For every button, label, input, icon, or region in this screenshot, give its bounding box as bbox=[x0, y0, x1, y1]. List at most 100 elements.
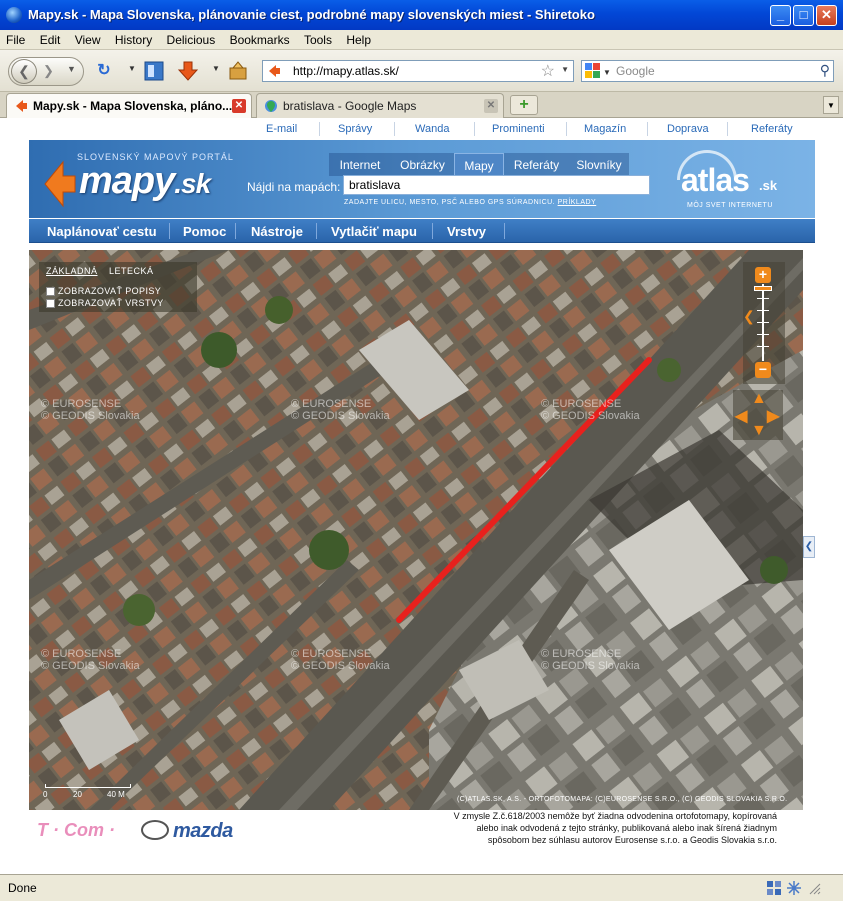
search-input[interactable]: Google bbox=[616, 64, 655, 78]
link-doprava[interactable]: Doprava bbox=[667, 123, 709, 135]
nav-vytlacit-mapu[interactable]: Vytlačiť mapu bbox=[331, 224, 417, 239]
side-panel-toggle-icon[interactable]: ❮ bbox=[803, 536, 815, 558]
maximize-button[interactable]: □ bbox=[793, 5, 814, 26]
link-wanda[interactable]: Wanda bbox=[415, 123, 449, 135]
menu-view[interactable]: View bbox=[69, 30, 106, 47]
download-dropdown-icon[interactable]: ▼ bbox=[212, 64, 220, 73]
watermark-text: © EUROSENSE bbox=[41, 398, 122, 410]
download-icon[interactable] bbox=[176, 60, 200, 82]
mazda-emblem-icon bbox=[141, 820, 169, 840]
pan-down-icon[interactable]: ▼ bbox=[751, 422, 767, 440]
menu-history[interactable]: History bbox=[109, 30, 157, 47]
mazda-logo[interactable]: mazda bbox=[173, 820, 233, 843]
back-forward-group: ❮ ❯ ▼ bbox=[8, 57, 84, 86]
zoom-out-button[interactable]: − bbox=[755, 362, 771, 378]
menu-delicious[interactable]: Delicious bbox=[161, 30, 221, 47]
pan-up-icon[interactable]: ▲ bbox=[751, 390, 767, 408]
menu-help[interactable]: Help bbox=[340, 30, 376, 47]
tcom-logo[interactable]: T · Com · bbox=[37, 820, 115, 841]
watermark-text: © GEODIS Slovakia bbox=[41, 660, 140, 672]
reload-dropdown-icon[interactable]: ▼ bbox=[128, 64, 136, 73]
history-dropdown-icon[interactable]: ▼ bbox=[67, 64, 76, 74]
status-resize-grip-icon[interactable] bbox=[806, 880, 822, 896]
watermark-text: © GEODIS Slovakia bbox=[541, 660, 640, 672]
menu-file[interactable]: File bbox=[0, 30, 30, 47]
show-layers-checkbox[interactable] bbox=[46, 299, 55, 308]
close-button[interactable]: ✕ bbox=[816, 5, 837, 26]
pan-left-icon[interactable]: ◀ bbox=[735, 406, 747, 426]
show-labels-checkbox[interactable] bbox=[46, 287, 55, 296]
navigation-toolbar: ❮ ❯ ▼ ↻ ▼ ▼ http://mapy.atlas.sk/ ☆ ▼ ▼ … bbox=[0, 50, 843, 92]
logo-tld: .sk bbox=[174, 168, 211, 199]
forward-button[interactable]: ❯ bbox=[43, 63, 54, 79]
show-layers-label: ZOBRAZOVAŤ VRSTVY bbox=[58, 298, 164, 308]
menu-edit[interactable]: Edit bbox=[34, 30, 66, 47]
zoom-collapse-arrow-icon[interactable]: ❮ bbox=[743, 308, 755, 330]
atlas-tld: .sk bbox=[759, 178, 778, 193]
search-bar[interactable]: ▼ Google ⚲ bbox=[581, 60, 834, 82]
examples-link[interactable]: PRÍKLADY bbox=[558, 199, 597, 206]
tab-close-icon[interactable]: ✕ bbox=[484, 99, 498, 113]
site-header: SLOVENSKÝ MAPOVÝ PORTÁL mapy.sk Internet… bbox=[29, 140, 815, 218]
hint-text: ZADAJTE ULICU, MESTO, PSČ ALEBO GPS SÚRA… bbox=[344, 199, 556, 206]
search-icon[interactable]: ⚲ bbox=[820, 62, 830, 79]
link-spravy[interactable]: Správy bbox=[338, 123, 372, 135]
tab-mapy-search[interactable]: Mapy bbox=[454, 153, 504, 176]
url-text[interactable]: http://mapy.atlas.sk/ bbox=[293, 64, 399, 78]
bookmark-star-icon[interactable]: ☆ bbox=[541, 61, 555, 81]
tab-bar: Mapy.sk - Mapa Slovenska, pláno... ✕ bra… bbox=[0, 92, 843, 118]
nav-pomoc[interactable]: Pomoc bbox=[183, 224, 226, 239]
link-referaty[interactable]: Referáty bbox=[751, 123, 793, 135]
tab-internet[interactable]: Internet bbox=[329, 153, 391, 176]
tab-referaty[interactable]: Referáty bbox=[504, 153, 569, 176]
logo-word: mapy bbox=[79, 160, 175, 202]
reload-icon[interactable]: ↻ bbox=[92, 60, 116, 82]
aerial-photo[interactable] bbox=[29, 250, 803, 810]
link-magazin[interactable]: Magazín bbox=[584, 123, 626, 135]
url-bar[interactable]: http://mapy.atlas.sk/ ☆ ▼ bbox=[262, 60, 574, 82]
nav-vrstvy[interactable]: Vrstvy bbox=[447, 224, 486, 239]
nav-nastroje[interactable]: Nástroje bbox=[251, 224, 303, 239]
tab-slovniky[interactable]: Slovníky bbox=[569, 153, 629, 176]
google-engine-icon[interactable]: ▼ bbox=[585, 63, 611, 79]
tab-obrazky[interactable]: Obrázky bbox=[391, 153, 454, 176]
watermark: © EUROSENSE © GEODIS Slovakia bbox=[291, 648, 390, 672]
scale-label: 20 bbox=[73, 790, 82, 799]
legal-line: V zmysle Z.č.618/2003 nemôže byť žiadna … bbox=[453, 811, 777, 821]
watermark-text: © EUROSENSE bbox=[291, 648, 372, 660]
watermark-text: © GEODIS Slovakia bbox=[41, 410, 140, 422]
menu-bookmarks[interactable]: Bookmarks bbox=[224, 30, 295, 47]
map-type-letecka[interactable]: LETECKÁ bbox=[109, 266, 154, 276]
tab-mapy[interactable]: Mapy.sk - Mapa Slovenska, pláno... ✕ bbox=[6, 93, 252, 118]
mapy-logo[interactable]: mapy.sk bbox=[79, 160, 211, 203]
watermark: © EUROSENSE © GEODIS Slovakia bbox=[541, 398, 640, 422]
tab-google-maps[interactable]: bratislava - Google Maps ✕ bbox=[256, 93, 504, 118]
watermark-text: © EUROSENSE bbox=[291, 398, 372, 410]
zoom-in-button[interactable]: + bbox=[755, 267, 771, 283]
menu-bar: File Edit View History Delicious Bookmar… bbox=[0, 30, 843, 50]
map-search-input[interactable]: bratislava bbox=[343, 175, 650, 195]
sidebar-icon[interactable] bbox=[142, 60, 166, 82]
status-grid-icon[interactable] bbox=[766, 880, 782, 896]
addons-icon[interactable] bbox=[226, 60, 250, 82]
mapy-logo-arrow-icon[interactable] bbox=[43, 160, 77, 208]
menu-tools[interactable]: Tools bbox=[298, 30, 337, 47]
back-button[interactable]: ❮ bbox=[11, 59, 37, 84]
new-tab-button[interactable]: + bbox=[510, 95, 538, 115]
legal-line: spôsobom bez súhlasu autorov Eurosense s… bbox=[487, 835, 777, 845]
map-type-zakladna[interactable]: ZÁKLADNÁ bbox=[46, 266, 98, 276]
atlas-logo[interactable]: atlas .sk MÔJ SVET INTERNETU bbox=[677, 150, 791, 210]
tab-close-icon[interactable]: ✕ bbox=[232, 99, 246, 113]
pan-right-icon[interactable]: ▶ bbox=[767, 406, 779, 426]
watermark-text: © EUROSENSE bbox=[541, 648, 622, 660]
svg-text:▼: ▼ bbox=[603, 68, 611, 77]
link-email[interactable]: E-mail bbox=[266, 123, 297, 135]
status-snowflake-icon[interactable] bbox=[786, 880, 802, 896]
nav-planovat-cestu[interactable]: Naplánovať cestu bbox=[47, 224, 157, 239]
url-dropdown-icon[interactable]: ▼ bbox=[561, 65, 569, 74]
link-prominenti[interactable]: Prominenti bbox=[492, 123, 545, 135]
tab-list-button[interactable]: ▼ bbox=[823, 96, 839, 114]
aerial-map[interactable]: © EUROSENSE © GEODIS Slovakia © EUROSENSE… bbox=[29, 250, 803, 810]
minimize-button[interactable]: _ bbox=[770, 5, 791, 26]
zoom-slider-thumb[interactable] bbox=[754, 286, 772, 291]
